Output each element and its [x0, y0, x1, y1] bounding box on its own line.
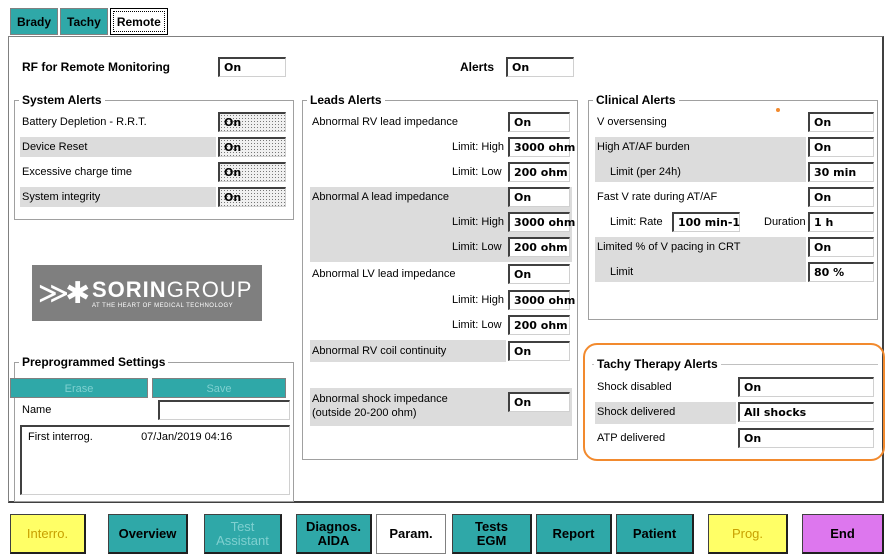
system-alerts-title: System Alerts — [19, 93, 105, 107]
logo-name-light: GROUP — [166, 277, 253, 302]
device-reset-field[interactable]: On — [218, 137, 286, 157]
fast-v-field[interactable]: On — [808, 187, 874, 207]
lv-imp-field[interactable]: On — [508, 264, 570, 284]
preprogrammed-buttons: Erase Save — [10, 378, 290, 398]
excessive-charge-field[interactable]: On — [218, 162, 286, 182]
rf-field[interactable]: On — [218, 57, 286, 77]
system-integrity-label: System integrity — [22, 191, 101, 203]
sorin-group-logo: ≫✱ SORINGROUP AT THE HEART OF MEDICAL TE… — [32, 265, 262, 321]
patient-button[interactable]: Patient — [616, 514, 694, 554]
interro-button[interactable]: Interro. — [10, 514, 86, 554]
high-atf-limit-label: Limit (per 24h) — [610, 166, 681, 178]
logo-name-bold: SORIN — [92, 277, 167, 302]
shock-disabled-label: Shock disabled — [597, 381, 672, 393]
fast-v-rate-label: Limit: Rate — [610, 216, 663, 228]
preprogrammed-title: Preprogrammed Settings — [19, 355, 169, 369]
shock-delivered-field[interactable]: All shocks — [738, 402, 874, 422]
a-high-field[interactable]: 3000 ohm — [508, 212, 575, 232]
tests-egm-button[interactable]: Tests EGM — [452, 514, 532, 554]
rv-coil-field[interactable]: On — [508, 341, 570, 361]
battery-label: Battery Depletion - R.R.T. — [22, 116, 147, 128]
rv-low-label: Limit: Low — [452, 166, 502, 178]
rv-high-field[interactable]: 3000 ohm — [508, 137, 575, 157]
limited-v-field[interactable]: On — [808, 237, 874, 257]
a-low-field[interactable]: 200 ohm — [508, 237, 570, 257]
test-assistant-button[interactable]: Test Assistant — [204, 514, 282, 554]
shock-imp-sublabel: (outside 20-200 ohm) — [312, 407, 417, 419]
list-item-name: First interrog. — [28, 431, 93, 443]
high-atf-label: High AT/AF burden — [597, 141, 690, 153]
atp-delivered-label: ATP delivered — [597, 432, 666, 444]
clinical-alerts-title: Clinical Alerts — [593, 93, 679, 107]
diagnos-line2: AIDA — [317, 532, 350, 548]
rf-label: RF for Remote Monitoring — [22, 60, 170, 74]
overview-button[interactable]: Overview — [108, 514, 188, 554]
atp-delivered-field[interactable]: On — [738, 428, 874, 448]
system-integrity-field[interactable]: On — [218, 187, 286, 207]
alerts-field[interactable]: On — [506, 57, 574, 77]
tachy-alerts-title: Tachy Therapy Alerts — [594, 357, 721, 371]
fast-v-duration-field[interactable]: 1 h — [808, 212, 874, 232]
shock-imp-field[interactable]: On — [508, 392, 570, 412]
fast-v-label: Fast V rate during AT/AF — [597, 191, 718, 203]
a-imp-label: Abnormal A lead impedance — [312, 191, 449, 203]
leads-alerts-title: Leads Alerts — [307, 93, 385, 107]
tab-brady[interactable]: Brady — [10, 8, 59, 35]
diagnos-aida-button[interactable]: Diagnos. AIDA — [296, 514, 372, 554]
name-input[interactable] — [158, 400, 290, 420]
lv-high-field[interactable]: 3000 ohm — [508, 290, 575, 310]
list-item-date: 07/Jan/2019 04:16 — [141, 431, 233, 443]
param-button[interactable]: Param. — [376, 514, 446, 554]
rv-coil-label: Abnormal RV coil continuity — [312, 345, 447, 357]
v-oversensing-field[interactable]: On — [808, 112, 874, 132]
alerts-label: Alerts — [460, 60, 495, 74]
bottom-toolbar: Interro. Overview Test Assistant Diagnos… — [0, 506, 888, 559]
lv-low-field[interactable]: 200 ohm — [508, 315, 570, 335]
test-assistant-line2: Assistant — [216, 532, 269, 548]
end-button[interactable]: End — [802, 514, 884, 554]
marker-dot — [776, 108, 780, 112]
a-high-label: Limit: High — [452, 216, 504, 228]
erase-button[interactable]: Erase — [10, 378, 148, 398]
save-button[interactable]: Save — [152, 378, 286, 398]
diagnos-line1: Diagnos. — [306, 518, 361, 534]
shock-delivered-label: Shock delivered — [597, 406, 676, 418]
tab-remote[interactable]: Remote — [109, 8, 168, 35]
prog-button[interactable]: Prog. — [708, 514, 788, 554]
v-oversensing-label: V oversensing — [597, 116, 667, 128]
high-atf-field[interactable]: On — [808, 137, 874, 157]
fast-v-rate-field[interactable]: 100 min-1 — [672, 212, 740, 232]
name-label: Name — [22, 404, 52, 416]
high-atf-limit-field[interactable]: 30 min — [808, 162, 874, 182]
device-reset-label: Device Reset — [22, 141, 88, 153]
shock-imp-label: Abnormal shock impedance — [312, 393, 448, 405]
tests-line2: EGM — [476, 532, 507, 548]
list-item[interactable]: First interrog. 07/Jan/2019 04:16 — [28, 431, 283, 443]
tests-line1: Tests — [475, 518, 508, 534]
test-assistant-line1: Test — [230, 518, 255, 534]
lv-high-label: Limit: High — [452, 294, 504, 306]
tab-tachy[interactable]: Tachy — [60, 8, 108, 35]
clinical-alerts-group: Clinical Alerts — [588, 93, 878, 320]
limited-v-limit-label: Limit — [610, 266, 634, 278]
lv-imp-label: Abnormal LV lead impedance — [312, 268, 456, 280]
tab-bar: Brady Tachy Remote — [10, 8, 168, 35]
a-low-label: Limit: Low — [452, 241, 502, 253]
logo-tagline: AT THE HEART OF MEDICAL TECHNOLOGY — [92, 303, 234, 309]
shock-disabled-field[interactable]: On — [738, 377, 874, 397]
limited-v-label: Limited % of V pacing in CRT — [597, 241, 741, 253]
rv-high-label: Limit: High — [452, 141, 504, 153]
rv-low-field[interactable]: 200 ohm — [508, 162, 570, 182]
battery-field[interactable]: On — [218, 112, 286, 132]
fast-v-duration-label: Duration — [764, 216, 806, 228]
rv-imp-label: Abnormal RV lead impedance — [312, 116, 458, 128]
lv-low-label: Limit: Low — [452, 319, 502, 331]
sorin-logo-icon: ≫✱ — [37, 276, 91, 310]
a-imp-field[interactable]: On — [508, 187, 570, 207]
report-button[interactable]: Report — [536, 514, 612, 554]
excessive-charge-label: Excessive charge time — [22, 166, 133, 178]
limited-v-limit-field[interactable]: 80 % — [808, 262, 874, 282]
rv-imp-field[interactable]: On — [508, 112, 570, 132]
preprogrammed-list[interactable]: First interrog. 07/Jan/2019 04:16 — [20, 425, 290, 495]
